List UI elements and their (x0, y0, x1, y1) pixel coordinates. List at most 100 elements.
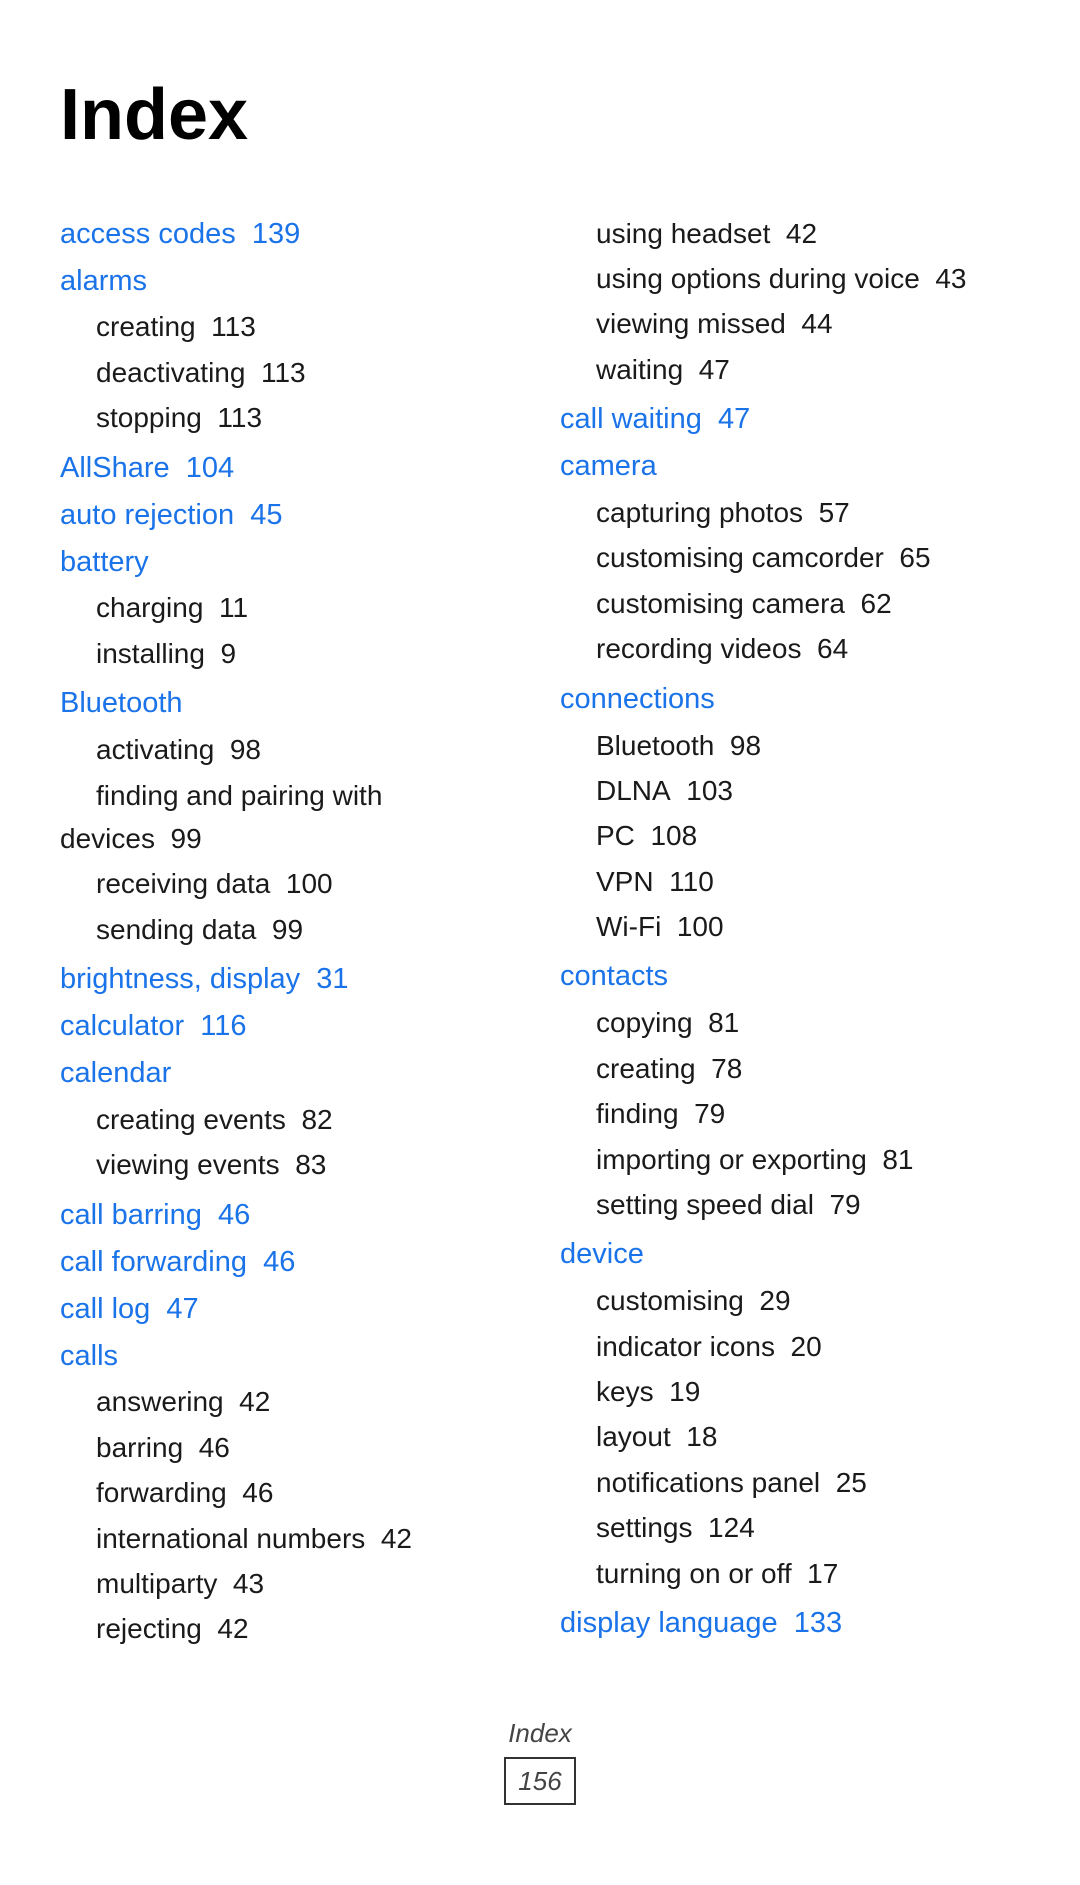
index-link-entry[interactable]: calculator 116 (60, 1004, 520, 1049)
index-link-entry[interactable]: Bluetooth (60, 681, 520, 726)
index-sub-entry: deactivating 113 (60, 351, 520, 394)
index-term-link[interactable]: call forwarding 46 (60, 1246, 295, 1278)
index-sub-text: charging 11 (60, 592, 248, 623)
index-sub-text: VPN 110 (560, 866, 714, 897)
index-sub-text: PC 108 (560, 820, 697, 851)
index-link-entry[interactable]: call waiting 47 (560, 397, 1020, 442)
index-sub-entry: customising 29 (560, 1279, 1020, 1322)
index-link-entry[interactable]: call forwarding 46 (60, 1240, 520, 1285)
index-term-link[interactable]: contacts (560, 960, 668, 992)
index-link-entry[interactable]: calendar (60, 1051, 520, 1096)
index-sub-text: viewing events 83 (60, 1149, 326, 1180)
index-sub-text: setting speed dial 79 (560, 1189, 861, 1220)
index-sub-entry: viewing events 83 (60, 1143, 520, 1186)
index-sub-entry: indicator icons 20 (560, 1325, 1020, 1368)
index-term-link[interactable]: calls (60, 1340, 118, 1372)
index-term-link[interactable]: battery (60, 546, 149, 578)
index-term-link[interactable]: display language 133 (560, 1607, 842, 1639)
index-sub-entry: receiving data 100 (60, 862, 520, 905)
index-term-link[interactable]: device (560, 1238, 644, 1270)
index-sub-entry: notifications panel 25 (560, 1461, 1020, 1504)
index-sub-text: finding and pairing with devices 99 (60, 780, 382, 854)
index-term-link[interactable]: alarms (60, 265, 147, 297)
index-sub-text: activating 98 (60, 734, 261, 765)
page-title: Index (60, 60, 1020, 172)
index-sub-text: notifications panel 25 (560, 1467, 867, 1498)
index-link-entry[interactable]: battery (60, 540, 520, 585)
index-sub-text: using headset 42 (560, 218, 817, 249)
index-sub-entry: using headset 42 (560, 212, 1020, 255)
index-sub-entry: copying 81 (560, 1001, 1020, 1044)
index-sub-text: creating 113 (60, 311, 256, 342)
index-sub-entry: rejecting 42 (60, 1607, 520, 1650)
index-sub-text: keys 19 (560, 1376, 700, 1407)
index-link-entry[interactable]: call log 47 (60, 1287, 520, 1332)
index-term-link[interactable]: Bluetooth (60, 687, 183, 719)
index-sub-text: installing 9 (60, 638, 236, 669)
index-term-link[interactable]: calculator 116 (60, 1010, 246, 1042)
index-sub-text: copying 81 (560, 1007, 739, 1038)
index-sub-entry: settings 124 (560, 1506, 1020, 1549)
index-sub-entry: creating events 82 (60, 1098, 520, 1141)
index-sub-text: Bluetooth 98 (560, 730, 761, 761)
index-sub-text: customising camera 62 (560, 588, 892, 619)
index-sub-entry: finding 79 (560, 1092, 1020, 1135)
index-link-entry[interactable]: camera (560, 444, 1020, 489)
index-term-link[interactable]: call waiting 47 (560, 403, 750, 435)
index-sub-text: customising 29 (560, 1285, 791, 1316)
footer-label: Index (60, 1713, 1020, 1753)
index-sub-entry: answering 42 (60, 1380, 520, 1423)
index-sub-entry: keys 19 (560, 1370, 1020, 1413)
index-sub-entry: recording videos 64 (560, 627, 1020, 670)
index-sub-text: creating 78 (560, 1053, 742, 1084)
index-sub-entry: multiparty 43 (60, 1562, 520, 1605)
index-sub-text: indicator icons 20 (560, 1331, 822, 1362)
index-link-entry[interactable]: access codes 139 (60, 212, 520, 257)
index-sub-entry: forwarding 46 (60, 1471, 520, 1514)
index-sub-text: viewing missed 44 (560, 308, 833, 339)
index-sub-entry: customising camera 62 (560, 582, 1020, 625)
index-sub-entry: installing 9 (60, 632, 520, 675)
index-sub-text: rejecting 42 (60, 1613, 249, 1644)
index-sub-entry: barring 46 (60, 1426, 520, 1469)
index-term-link[interactable]: auto rejection 45 (60, 499, 282, 531)
index-sub-entry: turning on or off 17 (560, 1552, 1020, 1595)
index-sub-entry: PC 108 (560, 814, 1020, 857)
index-sub-entry: importing or exporting 81 (560, 1138, 1020, 1181)
index-link-entry[interactable]: alarms (60, 259, 520, 304)
index-term-link[interactable]: access codes 139 (60, 218, 300, 250)
index-link-entry[interactable]: connections (560, 677, 1020, 722)
index-link-entry[interactable]: device (560, 1232, 1020, 1277)
index-sub-entry: creating 78 (560, 1047, 1020, 1090)
index-term-link[interactable]: call barring 46 (60, 1199, 250, 1231)
index-sub-entry: setting speed dial 79 (560, 1183, 1020, 1226)
index-link-entry[interactable]: brightness, display 31 (60, 957, 520, 1002)
index-term-link[interactable]: call log 47 (60, 1293, 199, 1325)
index-sub-text: DLNA 103 (560, 775, 733, 806)
index-link-entry[interactable]: AllShare 104 (60, 446, 520, 491)
index-sub-text: customising camcorder 65 (560, 542, 931, 573)
left-column: access codes 139 alarms creating 113 deacti… (60, 212, 520, 1653)
index-sub-entry: charging 11 (60, 586, 520, 629)
index-sub-entry: DLNA 103 (560, 769, 1020, 812)
index-sub-entry: using options during voice 43 (560, 257, 1020, 300)
index-sub-text: layout 18 (560, 1421, 717, 1452)
index-sub-entry: Wi-Fi 100 (560, 905, 1020, 948)
index-sub-text: sending data 99 (60, 914, 303, 945)
index-term-link[interactable]: AllShare 104 (60, 452, 234, 484)
index-link-entry[interactable]: auto rejection 45 (60, 493, 520, 538)
index-sub-text: recording videos 64 (560, 633, 848, 664)
index-sub-entry: stopping 113 (60, 396, 520, 439)
index-term-link[interactable]: brightness, display 31 (60, 963, 349, 995)
index-sub-entry: waiting 47 (560, 348, 1020, 391)
index-sub-text: importing or exporting 81 (560, 1144, 914, 1175)
index-term-link[interactable]: camera (560, 450, 657, 482)
index-link-entry[interactable]: display language 133 (560, 1601, 1020, 1646)
index-term-link[interactable]: connections (560, 683, 715, 715)
index-link-entry[interactable]: call barring 46 (60, 1193, 520, 1238)
index-link-entry[interactable]: calls (60, 1334, 520, 1379)
index-term-link[interactable]: calendar (60, 1057, 171, 1089)
index-sub-text: international numbers 42 (60, 1523, 412, 1554)
index-sub-entry: Bluetooth 98 (560, 724, 1020, 767)
index-link-entry[interactable]: contacts (560, 954, 1020, 999)
